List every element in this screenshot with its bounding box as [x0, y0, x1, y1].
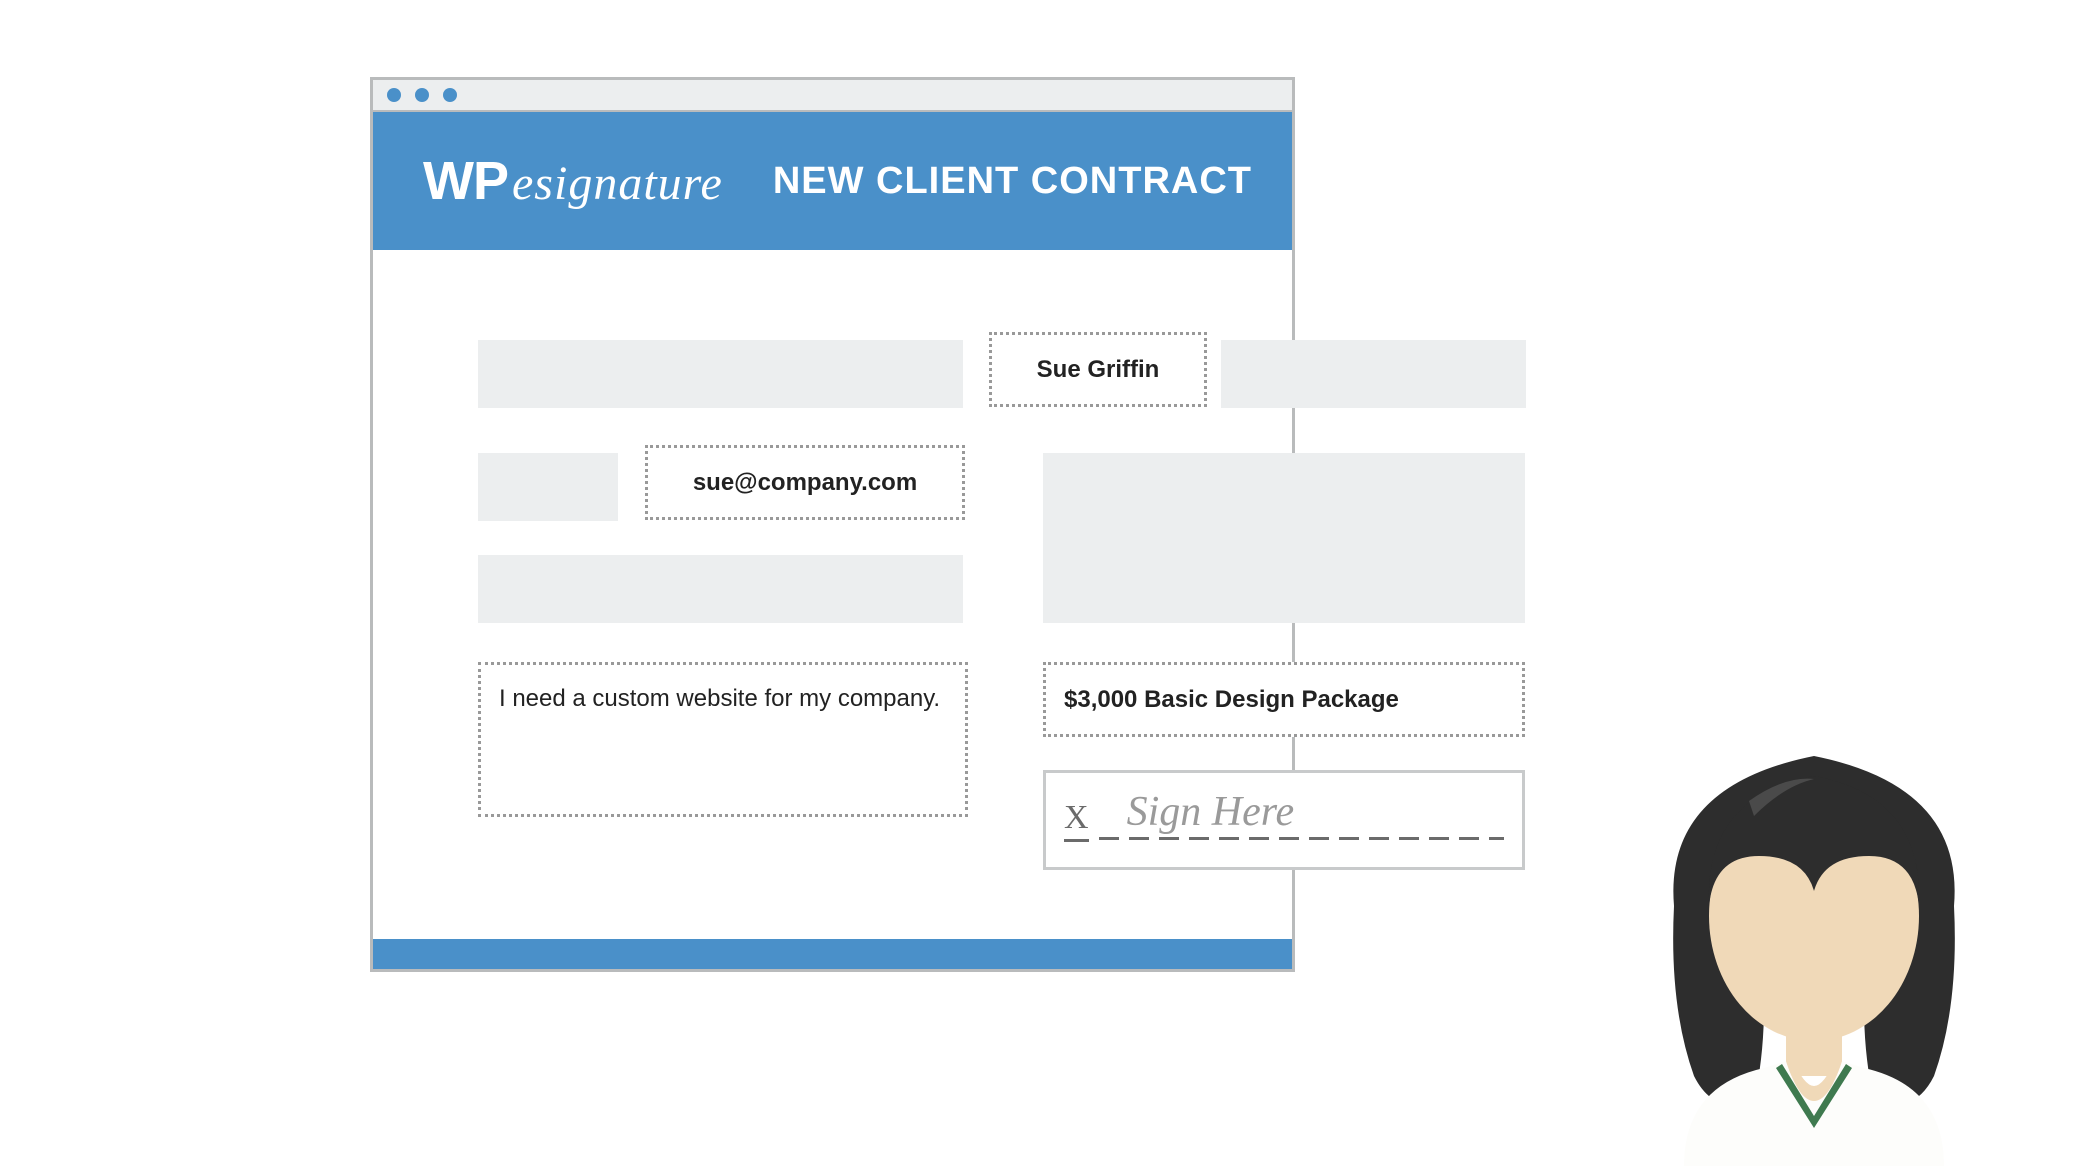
placeholder-block: [478, 340, 963, 408]
project-description-field[interactable]: I need a custom website for my company.: [478, 662, 968, 817]
placeholder-block: [478, 555, 963, 623]
contract-form: Sue Griffin sue@company.com I need a cus…: [373, 250, 1292, 940]
placeholder-block: [478, 453, 618, 521]
signature-placeholder: Sign Here: [1127, 788, 1295, 836]
placeholder-block: [1221, 340, 1526, 408]
browser-window: WP esignature NEW CLIENT CONTRACT Sue Gr…: [370, 77, 1295, 972]
page-title: NEW CLIENT CONTRACT: [773, 160, 1252, 203]
window-control-zoom[interactable]: [443, 88, 457, 102]
logo-prefix: WP: [423, 150, 508, 212]
app-footer: [373, 939, 1292, 969]
placeholder-block: [1043, 453, 1525, 623]
signature-underline: [1099, 837, 1504, 840]
app-logo: WP esignature: [423, 150, 723, 212]
project-description-value: I need a custom website for my company.: [499, 683, 940, 714]
client-email-value: sue@company.com: [693, 469, 917, 497]
client-name-value: Sue Griffin: [1037, 356, 1160, 384]
signature-line: Sign Here: [1099, 800, 1504, 840]
app-header: WP esignature NEW CLIENT CONTRACT: [373, 112, 1292, 250]
client-name-field[interactable]: Sue Griffin: [989, 332, 1207, 407]
package-field[interactable]: $3,000 Basic Design Package: [1043, 662, 1525, 737]
window-titlebar: [373, 80, 1292, 112]
signature-mark: X: [1064, 799, 1089, 842]
signature-field[interactable]: X Sign Here: [1043, 770, 1525, 870]
package-value: $3,000 Basic Design Package: [1064, 686, 1399, 714]
client-email-field[interactable]: sue@company.com: [645, 445, 965, 520]
user-avatar: [1614, 706, 2014, 1166]
window-control-minimize[interactable]: [415, 88, 429, 102]
logo-script: esignature: [512, 156, 723, 211]
window-control-close[interactable]: [387, 88, 401, 102]
